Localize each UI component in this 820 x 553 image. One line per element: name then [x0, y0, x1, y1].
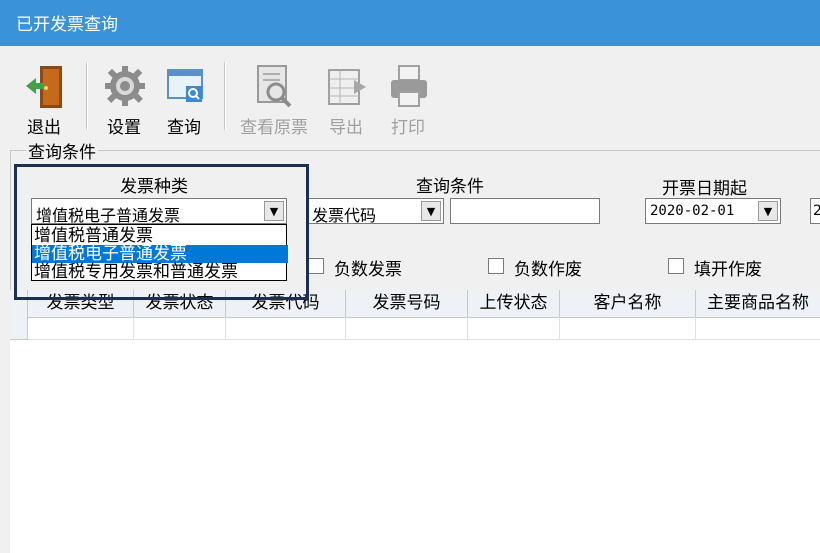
- export-table-icon: [328, 69, 366, 105]
- table-cell[interactable]: [226, 317, 346, 340]
- table-cell[interactable]: [346, 317, 468, 340]
- start-date-picker[interactable]: 2020-02-01 ▼: [645, 198, 781, 224]
- chevron-down-icon[interactable]: ▼: [421, 201, 441, 221]
- condition-select[interactable]: 发票代码 ▼: [308, 198, 444, 225]
- negative-invoice-label: 负数发票: [334, 260, 402, 280]
- print-button[interactable]: 打印: [382, 60, 432, 138]
- fill-void-label: 填开作废: [694, 260, 762, 280]
- gear-icon: [105, 66, 145, 106]
- checkbox-box[interactable]: [488, 258, 504, 274]
- table-cell[interactable]: [134, 317, 226, 340]
- column-header[interactable]: 主要商品名称: [696, 290, 820, 317]
- end-date-value: 2: [813, 203, 820, 219]
- start-date-label: 开票日期起: [662, 179, 747, 199]
- group-border-top: [10, 150, 820, 151]
- exit-label: 退出: [27, 118, 61, 138]
- annotation-highlight-box: [14, 164, 309, 300]
- printer-icon: [391, 65, 427, 107]
- chevron-down-icon[interactable]: ▼: [758, 201, 778, 221]
- row-header[interactable]: [10, 317, 28, 340]
- start-date-value: 2020-02-01: [650, 203, 735, 219]
- table-cell[interactable]: [468, 317, 560, 340]
- title-bar: 已开发票查询: [0, 0, 820, 46]
- print-label: 打印: [391, 118, 425, 138]
- view-original-button[interactable]: 查看原票: [236, 60, 312, 138]
- table-cell[interactable]: [696, 317, 820, 340]
- table-cell[interactable]: [560, 317, 696, 340]
- document-magnifier-icon: [257, 65, 292, 108]
- column-header[interactable]: 上传状态: [468, 290, 560, 317]
- toolbar-separator: [224, 62, 226, 130]
- toolbar-separator: [86, 62, 88, 130]
- toolbar: 退出 设置 查询 查看原票 导出 打印: [0, 46, 820, 138]
- table-cell[interactable]: [28, 317, 134, 340]
- query-button[interactable]: 查询: [158, 60, 208, 138]
- group-border-left: [10, 150, 11, 290]
- query-group-legend: 查询条件: [26, 138, 98, 163]
- exit-button[interactable]: 退出: [18, 60, 68, 138]
- exit-door-icon: [26, 66, 62, 108]
- negative-void-label: 负数作废: [514, 260, 582, 280]
- query-label: 查询: [167, 118, 201, 138]
- condition-label: 查询条件: [416, 177, 484, 197]
- end-date-picker[interactable]: 2: [810, 198, 820, 224]
- checkbox-box[interactable]: [308, 258, 324, 274]
- column-header[interactable]: 客户名称: [560, 290, 696, 317]
- invoice-table: 发票类型 发票状态 发票代码 发票号码 上传状态 客户名称 主要商品名称: [10, 290, 820, 553]
- export-label: 导出: [329, 118, 363, 138]
- settings-button[interactable]: 设置: [98, 60, 148, 138]
- checkbox-box[interactable]: [668, 258, 684, 274]
- column-header[interactable]: 发票号码: [346, 290, 468, 317]
- export-button[interactable]: 导出: [320, 60, 370, 138]
- view-original-label: 查看原票: [240, 118, 308, 138]
- settings-label: 设置: [107, 118, 141, 138]
- condition-value: 发票代码: [312, 206, 377, 225]
- condition-input[interactable]: [450, 198, 600, 224]
- window-title: 已开发票查询: [16, 15, 118, 35]
- search-window-icon: [167, 69, 203, 102]
